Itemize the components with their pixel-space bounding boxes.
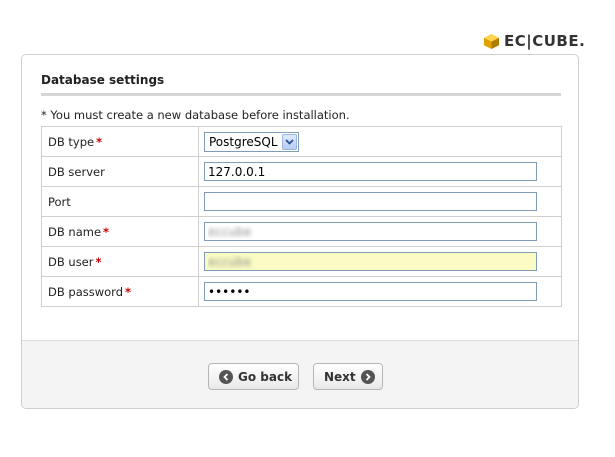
required-mark: * (96, 134, 103, 149)
db-server-label: DB server (48, 164, 105, 179)
db-password-label: DB password (48, 284, 123, 299)
db-server-field-cell (198, 156, 562, 187)
db-user-input[interactable] (204, 252, 537, 271)
arrow-left-icon (219, 369, 233, 384)
db-name-field-cell (198, 216, 562, 247)
port-label-cell: Port (41, 186, 199, 217)
db-server-label-cell: DB server (41, 156, 199, 187)
install-note: * You must create a new database before … (41, 108, 350, 122)
table-row: DB server (41, 156, 562, 187)
table-row: DB password * (41, 276, 562, 307)
next-button[interactable]: Next (313, 363, 383, 390)
settings-table: DB type* PostgreSQL DB server Port (41, 126, 562, 307)
button-bar: Go back Next (22, 340, 578, 408)
next-label: Next (324, 369, 356, 384)
db-user-label: DB user (48, 254, 94, 269)
ec-cube-logo: EC|CUBE. (483, 31, 585, 51)
title-divider (41, 93, 561, 96)
table-row: DB user * (41, 246, 562, 277)
db-type-label: DB type (48, 134, 95, 149)
db-name-label-cell: DB name * (41, 216, 199, 247)
port-input[interactable] (204, 192, 537, 211)
db-type-field-cell: PostgreSQL (198, 126, 562, 157)
port-label: Port (48, 194, 71, 209)
go-back-button[interactable]: Go back (208, 363, 299, 390)
required-mark: * (103, 224, 110, 239)
cube-icon (484, 33, 499, 49)
required-mark: * (95, 254, 102, 269)
table-row: DB type * PostgreSQL (41, 126, 562, 157)
page-title: Database settings (41, 73, 165, 87)
db-password-field-cell (198, 276, 562, 307)
arrow-right-icon (360, 369, 375, 384)
required-mark: * (125, 284, 132, 299)
db-type-select[interactable]: PostgreSQL (204, 131, 299, 152)
logo-text: EC|CUBE. (504, 32, 586, 50)
port-field-cell (198, 186, 562, 217)
db-name-label: DB name (48, 224, 102, 239)
table-row: Port (41, 186, 562, 217)
db-type-label-cell: DB type * (41, 126, 199, 157)
db-name-input[interactable] (204, 222, 537, 241)
go-back-label: Go back (238, 369, 293, 384)
db-type-selected-value: PostgreSQL (209, 134, 278, 149)
database-settings-panel: Database settings * You must create a ne… (21, 54, 579, 409)
db-password-input[interactable] (204, 282, 537, 301)
db-user-label-cell: DB user * (41, 246, 199, 277)
chevron-down-icon[interactable] (281, 133, 297, 150)
db-password-label-cell: DB password * (41, 276, 199, 307)
table-row: DB name * (41, 216, 562, 247)
db-user-field-cell (198, 246, 562, 277)
db-server-input[interactable] (204, 162, 537, 181)
